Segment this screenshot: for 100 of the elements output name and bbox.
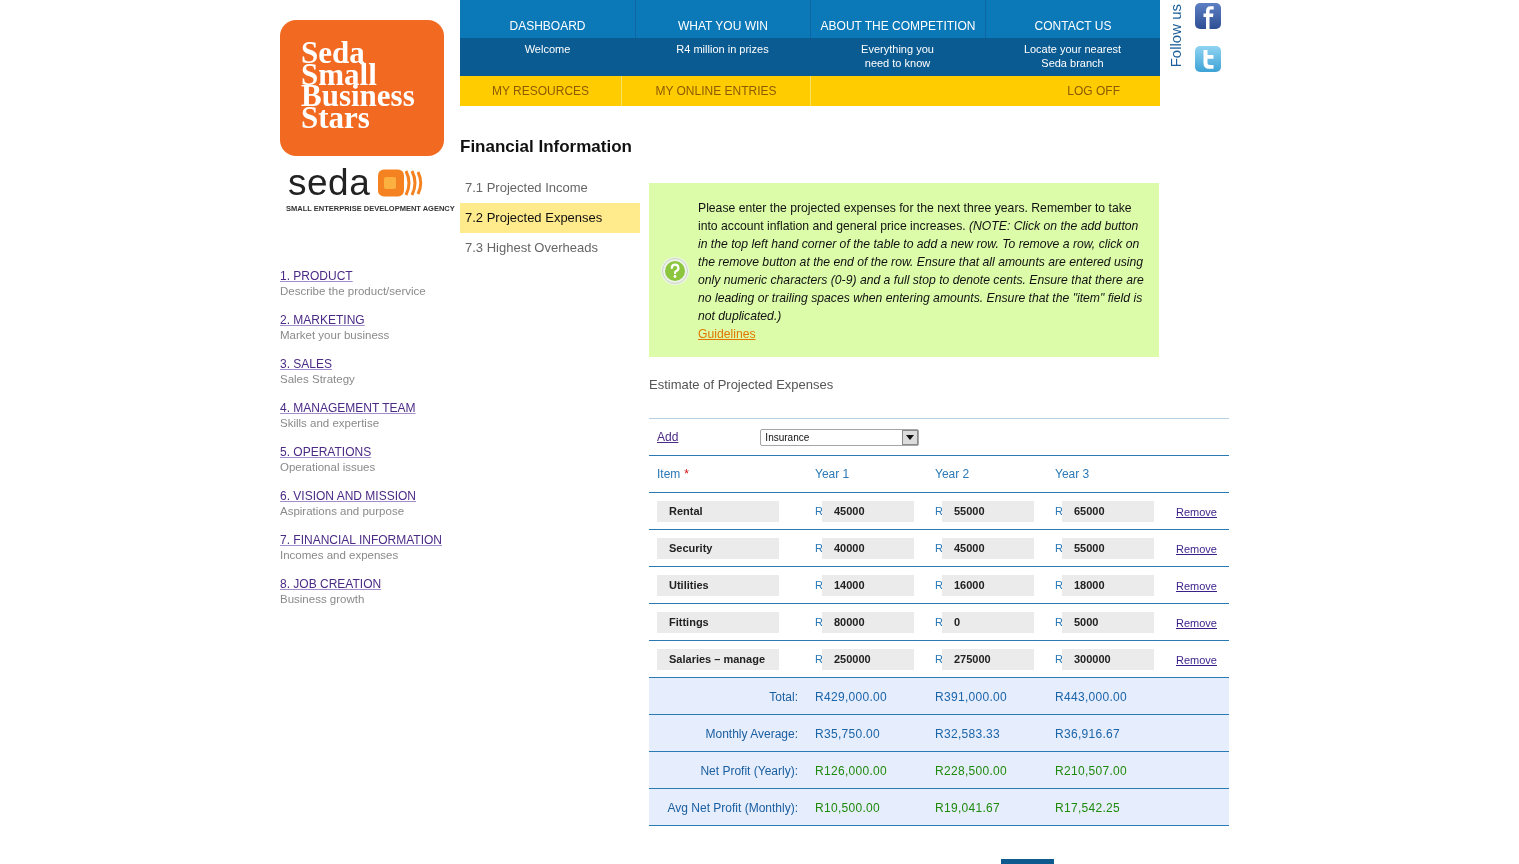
item-field[interactable]: Rental	[657, 500, 779, 522]
currency-label: R	[1055, 579, 1062, 591]
amount-field[interactable]: 40000	[822, 537, 914, 559]
currency-label: R	[935, 579, 942, 591]
summary-value: R10,500.00	[815, 801, 881, 815]
section-link[interactable]: 6. VISION AND MISSION	[280, 489, 417, 504]
column-header: Year 1	[815, 467, 850, 481]
summary-label: Net Profit (Yearly):	[700, 764, 798, 778]
menu-link[interactable]: MY RESOURCES	[491, 84, 590, 98]
instructions-text: Please enter the projected expenses for the next three years. Remember to take into account inflation and general price increases. (NOTE: Click on the add button in the top left hand corner of the table to add a new row. To remove a row, click on the remove button at the end of the row. Ensure that all amounts are entered using only numeric characters (0-9) and a full stop to denote cents. Ensure that there are no leading or trailing spaces when entering amounts. Ensure that the "item" field is not duplicated.) Guidelines	[698, 200, 1145, 343]
remove-link[interactable]: Remove	[1176, 506, 1217, 518]
follow-label: Follow us	[1168, 4, 1184, 68]
section-link[interactable]: 2. MARKETING	[280, 313, 365, 328]
nav-subtitle: Welcome	[524, 42, 571, 56]
nav-link[interactable]: WHAT YOU WIN	[635, 0, 810, 38]
amount-field[interactable]: 80000	[822, 611, 914, 633]
section-description: Operational issues	[280, 460, 376, 475]
summary-value: R36,916.67	[1055, 727, 1121, 741]
section-heading: Estimate of Projected Expenses	[649, 377, 834, 393]
remove-link[interactable]: Remove	[1176, 617, 1217, 629]
summary-value: R228,500.00	[935, 764, 1008, 778]
caret-icon	[902, 429, 919, 445]
amount-field[interactable]: 55000	[1062, 537, 1154, 559]
amount-field[interactable]: 0	[942, 611, 1034, 633]
amount-field[interactable]: 300000	[1062, 648, 1154, 670]
agency-wordmark: seda	[288, 168, 371, 198]
nav-subtitle: Locate your nearest Seda branch	[1023, 42, 1122, 70]
category-dropdown[interactable]: Insurance	[760, 428, 920, 446]
summary-value: R17,542.25	[1055, 801, 1121, 815]
amount-field[interactable]: 18000	[1062, 574, 1154, 596]
amount-field[interactable]: 250000	[822, 648, 914, 670]
nav-link[interactable]: DASHBOARD	[460, 0, 635, 38]
subsection-tab[interactable]: 7.3 Highest Overheads	[460, 233, 640, 263]
summary-value: R443,000.00	[1055, 690, 1128, 704]
column-header: Year 2	[935, 467, 970, 481]
amount-field[interactable]: 14000	[822, 574, 914, 596]
remove-link[interactable]: Remove	[1176, 580, 1217, 592]
section-description: Incomes and expenses	[280, 548, 399, 563]
summary-value: R35,750.00	[815, 727, 881, 741]
amount-field[interactable]: 55000	[942, 500, 1034, 522]
summary-value: R391,000.00	[935, 690, 1008, 704]
amount-field[interactable]: 275000	[942, 648, 1034, 670]
nav-subtitle: R4 million in prizes	[676, 42, 769, 56]
summary-label: Avg Net Profit (Monthly):	[667, 801, 798, 815]
summary-value: R210,507.00	[1055, 764, 1128, 778]
amount-field[interactable]: 5000	[1062, 611, 1154, 633]
section-description: Business growth	[280, 592, 365, 607]
remove-link[interactable]: Remove	[1176, 543, 1217, 555]
amount-field[interactable]: 45000	[822, 500, 914, 522]
currency-label: R	[815, 505, 822, 517]
summary-label: Total:	[769, 690, 798, 704]
amount-field[interactable]: 45000	[942, 537, 1034, 559]
section-link[interactable]: 1. PRODUCT	[280, 269, 353, 284]
section-description: Sales Strategy	[280, 372, 355, 387]
item-field[interactable]: Utilities	[657, 574, 779, 596]
currency-label: R	[935, 653, 942, 665]
section-description: Skills and expertise	[280, 416, 380, 431]
nav-link[interactable]: ABOUT THE COMPETITION	[810, 0, 985, 38]
facebook-icon[interactable]	[1195, 3, 1221, 29]
currency-label: R	[935, 505, 942, 517]
help-icon	[661, 257, 689, 285]
item-field[interactable]: Security	[657, 537, 779, 559]
menu-link[interactable]: LOG OFF	[1067, 84, 1120, 98]
required-mark: *	[684, 467, 689, 481]
logo-mark-icon	[378, 169, 425, 197]
currency-label: R	[815, 653, 822, 665]
summary-value: R32,583.33	[935, 727, 1001, 741]
section-link[interactable]: 7. FINANCIAL INFORMATION	[280, 533, 442, 548]
section-link[interactable]: 3. SALES	[280, 357, 333, 372]
twitter-icon[interactable]	[1195, 46, 1221, 72]
section-link[interactable]: 8. JOB CREATION	[280, 577, 382, 592]
currency-label: R	[1055, 653, 1062, 665]
currency-label: R	[815, 616, 822, 628]
section-description: Describe the product/service	[280, 284, 426, 299]
column-header: Year 3	[1055, 467, 1090, 481]
currency-label: R	[1055, 542, 1062, 554]
currency-label: R	[935, 542, 942, 554]
subsection-tab[interactable]: 7.2 Projected Expenses	[460, 203, 640, 233]
item-field[interactable]: Fittings	[657, 611, 779, 633]
currency-label: R	[935, 616, 942, 628]
section-description: Market your business	[280, 328, 390, 343]
summary-value: R19,041.67	[935, 801, 1001, 815]
nav-subtitle: Everything you need to know	[861, 42, 934, 70]
nav-link[interactable]: CONTACT US	[985, 0, 1160, 38]
column-header: Item	[657, 467, 681, 481]
section-link[interactable]: 5. OPERATIONS	[280, 445, 372, 460]
add-link[interactable]: Add	[657, 430, 679, 444]
section-link[interactable]: 4. MANAGEMENT TEAM	[280, 401, 416, 416]
section-description: Aspirations and purpose	[280, 504, 405, 519]
amount-field[interactable]: 65000	[1062, 500, 1154, 522]
menu-link[interactable]: MY ONLINE ENTRIES	[655, 84, 777, 98]
amount-field[interactable]: 16000	[942, 574, 1034, 596]
currency-label: R	[1055, 616, 1062, 628]
currency-label: R	[815, 542, 822, 554]
summary-label: Monthly Average:	[705, 727, 798, 741]
remove-link[interactable]: Remove	[1176, 654, 1217, 666]
subsection-tab[interactable]: 7.1 Projected Income	[460, 173, 640, 203]
page-title: Financial Information	[460, 136, 633, 158]
item-field[interactable]: Salaries – manage	[657, 648, 779, 670]
brand-logo: Seda Small Business Stars	[280, 20, 444, 156]
